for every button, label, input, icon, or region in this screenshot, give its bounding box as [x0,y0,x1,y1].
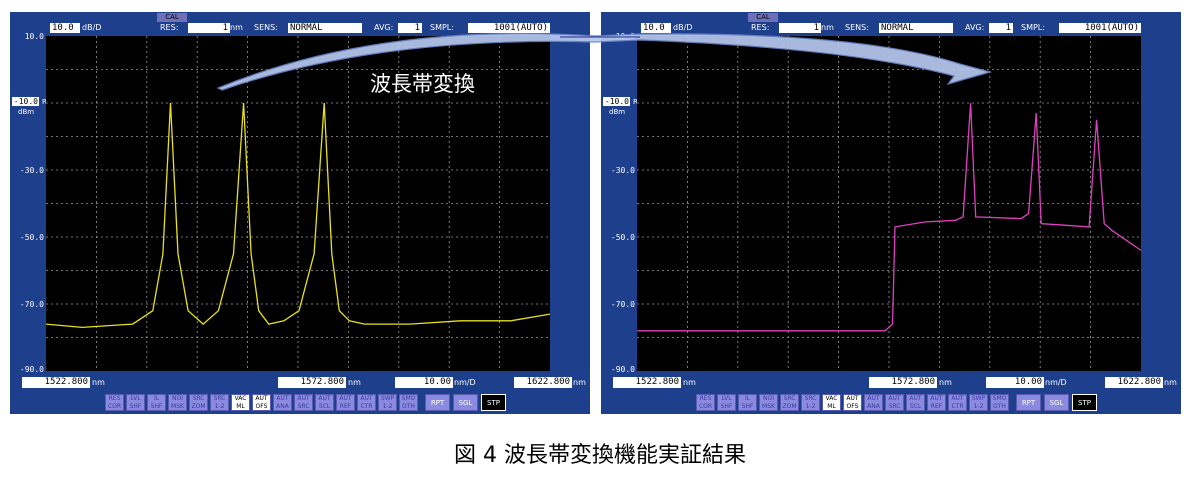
conversion-arrow [216,32,993,91]
conversion-arrow-overlay [216,32,993,91]
figure-caption: 図 4 波長帯変換機能実証結果 [454,443,746,468]
wavelength-conversion-label: 波長帯変換 [370,72,475,96]
